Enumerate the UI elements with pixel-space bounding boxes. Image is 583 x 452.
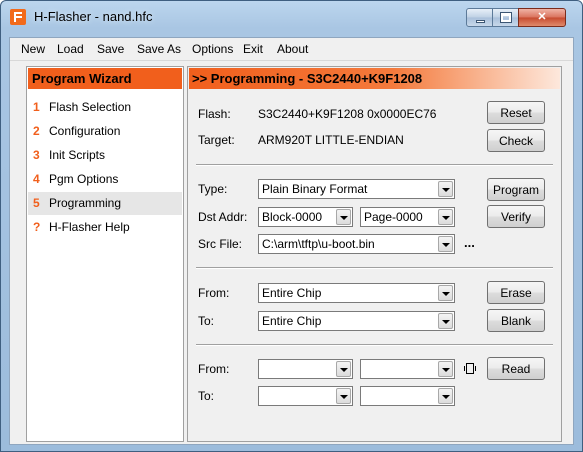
- dst-block-value: Block-0000: [262, 210, 323, 224]
- erase-from-value: Entire Chip: [262, 286, 322, 300]
- step-number: 3: [33, 148, 40, 162]
- target-label: Target:: [198, 133, 235, 147]
- maximize-button[interactable]: [492, 8, 519, 27]
- window-title: H-Flasher - nand.hfc: [34, 9, 153, 24]
- title-bar[interactable]: H-Flasher - nand.hfc ✕: [1, 1, 582, 37]
- blank-button[interactable]: Blank: [487, 309, 545, 332]
- menu-save-as[interactable]: Save As: [137, 42, 181, 56]
- menu-options[interactable]: Options: [192, 42, 233, 56]
- app-window: H-Flasher - nand.hfc ✕ New Load Save Sav…: [0, 0, 583, 452]
- sidebar-item-label: H-Flasher Help: [49, 220, 130, 234]
- divider: [196, 164, 553, 166]
- read-from-select-b[interactable]: [360, 359, 455, 379]
- wizard-sidebar: Program Wizard 1 Flash Selection 2 Confi…: [26, 66, 184, 442]
- step-number: 4: [33, 172, 40, 186]
- chevron-down-icon[interactable]: [336, 361, 351, 377]
- erase-button[interactable]: Erase: [487, 281, 545, 304]
- dst-block-select[interactable]: Block-0000: [258, 207, 353, 227]
- menu-divider: [10, 60, 573, 61]
- minimize-icon: [476, 20, 485, 23]
- sidebar-item-programming[interactable]: 5 Programming: [28, 192, 182, 215]
- sidebar-item-configuration[interactable]: 2 Configuration: [28, 120, 182, 143]
- sidebar-item-label: Configuration: [49, 124, 121, 138]
- check-button[interactable]: Check: [487, 129, 545, 152]
- target-value: ARM920T LITTLE-ENDIAN: [258, 133, 404, 147]
- verify-button[interactable]: Verify: [487, 205, 545, 228]
- client-area: New Load Save Save As Options Exit About…: [9, 37, 574, 445]
- program-button[interactable]: Program: [487, 178, 545, 201]
- chevron-down-icon[interactable]: [438, 361, 453, 377]
- chevron-down-icon[interactable]: [438, 313, 453, 329]
- maximize-icon: [500, 12, 512, 23]
- type-label: Type:: [198, 182, 228, 196]
- divider: [196, 267, 553, 269]
- chevron-down-icon[interactable]: [438, 236, 453, 252]
- read-from-select-a[interactable]: [258, 359, 353, 379]
- step-number: 2: [33, 124, 40, 138]
- chevron-down-icon[interactable]: [438, 388, 453, 404]
- src-file-label: Src File:: [198, 237, 243, 251]
- programming-panel: >> Programming - S3C2440+K9F1208 Flash: …: [187, 66, 562, 442]
- sidebar-item-flash-selection[interactable]: 1 Flash Selection: [28, 96, 182, 119]
- type-select[interactable]: Plain Binary Format: [258, 179, 455, 199]
- src-file-value: C:\arm\tftp\u-boot.bin: [262, 237, 375, 251]
- src-file-select[interactable]: C:\arm\tftp\u-boot.bin: [258, 234, 455, 254]
- erase-from-label: From:: [198, 286, 230, 300]
- menu-load[interactable]: Load: [57, 42, 84, 56]
- erase-to-label: To:: [198, 314, 215, 328]
- chevron-down-icon[interactable]: [438, 285, 453, 301]
- sidebar-item-label: Programming: [49, 196, 122, 210]
- panel-header: >> Programming - S3C2440+K9F1208: [189, 68, 560, 89]
- divider: [196, 344, 553, 346]
- dst-page-value: Page-0000: [364, 210, 423, 224]
- sidebar-item-init-scripts[interactable]: 3 Init Scripts: [28, 144, 182, 167]
- sidebar-item-label: Pgm Options: [49, 172, 119, 186]
- type-select-value: Plain Binary Format: [262, 182, 368, 196]
- read-to-select-a[interactable]: [258, 386, 353, 406]
- menu-about[interactable]: About: [277, 42, 308, 56]
- read-to-select-b[interactable]: [360, 386, 455, 406]
- erase-to-select[interactable]: Entire Chip: [258, 311, 455, 331]
- chevron-down-icon[interactable]: [336, 388, 351, 404]
- minimize-button[interactable]: [466, 8, 493, 27]
- browse-button[interactable]: ...: [464, 235, 475, 250]
- read-to-label: To:: [198, 389, 215, 403]
- reset-button[interactable]: Reset: [487, 101, 545, 124]
- chip-icon[interactable]: [464, 363, 476, 374]
- sidebar-item-label: Flash Selection: [49, 100, 132, 114]
- menu-new[interactable]: New: [21, 42, 45, 56]
- close-icon: ✕: [537, 11, 547, 23]
- sidebar-header: Program Wizard: [28, 68, 182, 89]
- menu-save[interactable]: Save: [97, 42, 124, 56]
- read-button[interactable]: Read: [487, 357, 545, 380]
- dst-page-select[interactable]: Page-0000: [360, 207, 455, 227]
- step-number: 5: [33, 196, 40, 210]
- app-icon: [10, 9, 26, 25]
- sidebar-item-pgm-options[interactable]: 4 Pgm Options: [28, 168, 182, 191]
- close-button[interactable]: ✕: [518, 8, 566, 27]
- step-number: 1: [33, 100, 40, 114]
- dst-addr-label: Dst Addr:: [198, 210, 248, 224]
- help-icon: ?: [33, 220, 41, 234]
- sidebar-item-label: Init Scripts: [49, 148, 106, 162]
- sidebar-item-help[interactable]: ? H-Flasher Help: [28, 216, 182, 239]
- menu-exit[interactable]: Exit: [243, 42, 263, 56]
- flash-value: S3C2440+K9F1208 0x0000EC76: [258, 107, 437, 121]
- chevron-down-icon[interactable]: [438, 181, 453, 197]
- erase-to-value: Entire Chip: [262, 314, 322, 328]
- chevron-down-icon[interactable]: [336, 209, 351, 225]
- menu-bar: New Load Save Save As Options Exit About: [10, 38, 573, 60]
- flash-label: Flash:: [198, 107, 231, 121]
- read-from-label: From:: [198, 362, 230, 376]
- erase-from-select[interactable]: Entire Chip: [258, 283, 455, 303]
- chevron-down-icon[interactable]: [438, 209, 453, 225]
